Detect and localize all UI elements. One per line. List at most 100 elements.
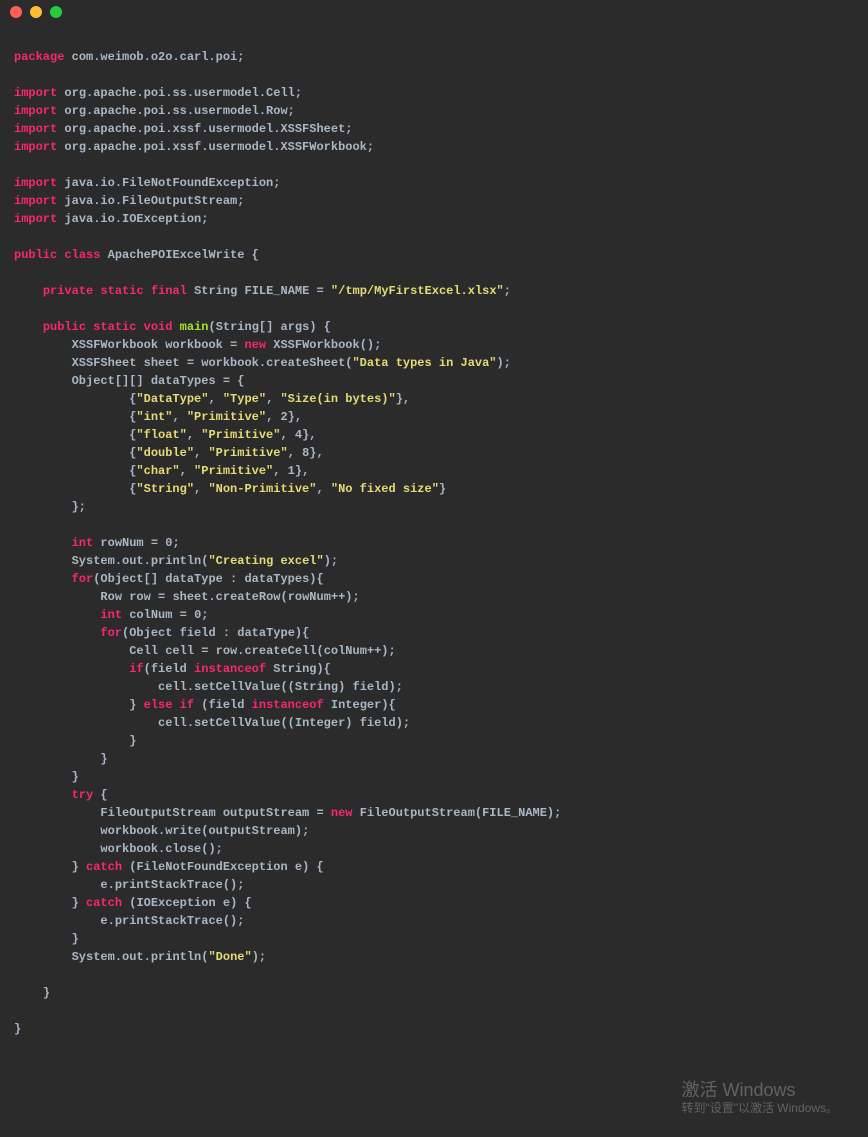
- ident: args: [281, 320, 310, 334]
- method-name: main: [180, 320, 209, 334]
- ident: cell: [165, 644, 194, 658]
- ident: cell: [158, 716, 187, 730]
- number: 2: [280, 410, 287, 424]
- type: Cell: [129, 644, 158, 658]
- string: "char": [136, 464, 179, 478]
- type: String[]: [216, 320, 274, 334]
- close-icon[interactable]: [10, 6, 22, 18]
- type: String: [295, 680, 338, 694]
- keyword: catch: [86, 860, 122, 874]
- type: XSSFSheet: [72, 356, 137, 370]
- ident: rowNum: [288, 590, 331, 604]
- ident: e: [100, 878, 107, 892]
- maximize-icon[interactable]: [50, 6, 62, 18]
- string: "Creating excel": [208, 554, 323, 568]
- ident: field: [151, 662, 187, 676]
- ident: sheet: [172, 590, 208, 604]
- method: createSheet: [266, 356, 345, 370]
- number: 1: [288, 464, 295, 478]
- keyword: import: [14, 122, 57, 136]
- method: close: [165, 842, 201, 856]
- ident: workbook: [201, 356, 259, 370]
- type: Row: [100, 590, 122, 604]
- minimize-icon[interactable]: [30, 6, 42, 18]
- ident: dataTypes: [244, 572, 309, 586]
- string: "/tmp/MyFirstExcel.xlsx": [331, 284, 504, 298]
- import-stmt: java.io.IOException: [64, 212, 201, 226]
- activate-subtitle: 转到"设置"以激活 Windows。: [681, 1099, 838, 1117]
- method: createRow: [216, 590, 281, 604]
- keyword: for: [72, 572, 94, 586]
- ident: row: [129, 590, 151, 604]
- method: createCell: [244, 644, 316, 658]
- type: Object: [72, 374, 115, 388]
- ident: workbook: [100, 842, 158, 856]
- type: Object: [129, 626, 172, 640]
- ident: rowNum: [100, 536, 143, 550]
- string: "Size(in bytes)": [280, 392, 395, 406]
- number: 4: [295, 428, 302, 442]
- ident: row: [216, 644, 238, 658]
- keyword: import: [14, 104, 57, 118]
- type: FileOutputStream: [360, 806, 475, 820]
- keyword: else: [144, 698, 173, 712]
- ident: e: [100, 914, 107, 928]
- keyword: for: [100, 626, 122, 640]
- keyword: static: [100, 284, 143, 298]
- ident: sheet: [144, 356, 180, 370]
- editor-window: package com.weimob.o2o.carl.poi; import …: [0, 0, 868, 1044]
- keyword: import: [14, 140, 57, 154]
- import-stmt: org.apache.poi.xssf.usermodel.XSSFWorkbo…: [64, 140, 366, 154]
- ident: colNum: [324, 644, 367, 658]
- ident: field: [360, 716, 396, 730]
- string: "Data types in Java": [352, 356, 496, 370]
- type: XSSFWorkbook: [72, 338, 158, 352]
- keyword: import: [14, 194, 57, 208]
- ident: colNum: [129, 608, 172, 622]
- keyword: import: [14, 212, 57, 226]
- keyword: static: [93, 320, 136, 334]
- keyword: catch: [86, 896, 122, 910]
- string: "Non-Primitive": [208, 482, 316, 496]
- method: printStackTrace: [115, 878, 223, 892]
- string: "Primitive": [201, 428, 280, 442]
- string: "Primitive": [187, 410, 266, 424]
- string: "Primitive": [208, 446, 287, 460]
- ident: System: [72, 950, 115, 964]
- string: "No fixed size": [331, 482, 439, 496]
- ident: workbook: [100, 824, 158, 838]
- method: println: [151, 950, 201, 964]
- ident: field: [353, 680, 389, 694]
- ident: field: [180, 626, 216, 640]
- class-name: ApachePOIExcelWrite: [108, 248, 245, 262]
- ident: out: [122, 554, 144, 568]
- type: String: [194, 284, 237, 298]
- string: "float": [136, 428, 186, 442]
- activate-title: 激活 Windows: [681, 1081, 838, 1099]
- method: setCellValue: [194, 716, 280, 730]
- keyword: public: [14, 248, 57, 262]
- import-stmt: org.apache.poi.xssf.usermodel.XSSFSheet: [64, 122, 345, 136]
- type: Object: [100, 572, 143, 586]
- type: String: [273, 662, 316, 676]
- type: FileNotFoundException: [136, 860, 287, 874]
- keyword: int: [72, 536, 94, 550]
- ident: dataType: [237, 626, 295, 640]
- keyword: new: [244, 338, 266, 352]
- type: Integer: [295, 716, 345, 730]
- ident: out: [122, 950, 144, 964]
- ident: e: [223, 896, 230, 910]
- ident: outputStream: [208, 824, 294, 838]
- ident: FILE_NAME: [245, 284, 310, 298]
- ident: FILE_NAME: [482, 806, 547, 820]
- string: "Primitive": [194, 464, 273, 478]
- keyword: int: [100, 608, 122, 622]
- keyword: package: [14, 50, 64, 64]
- code-area[interactable]: package com.weimob.o2o.carl.poi; import …: [0, 24, 868, 1044]
- type: Integer: [331, 698, 381, 712]
- keyword: private: [43, 284, 93, 298]
- method: setCellValue: [194, 680, 280, 694]
- activate-windows-watermark: 激活 Windows 转到"设置"以激活 Windows。: [681, 1081, 838, 1117]
- type: FileOutputStream: [100, 806, 215, 820]
- ident: cell: [158, 680, 187, 694]
